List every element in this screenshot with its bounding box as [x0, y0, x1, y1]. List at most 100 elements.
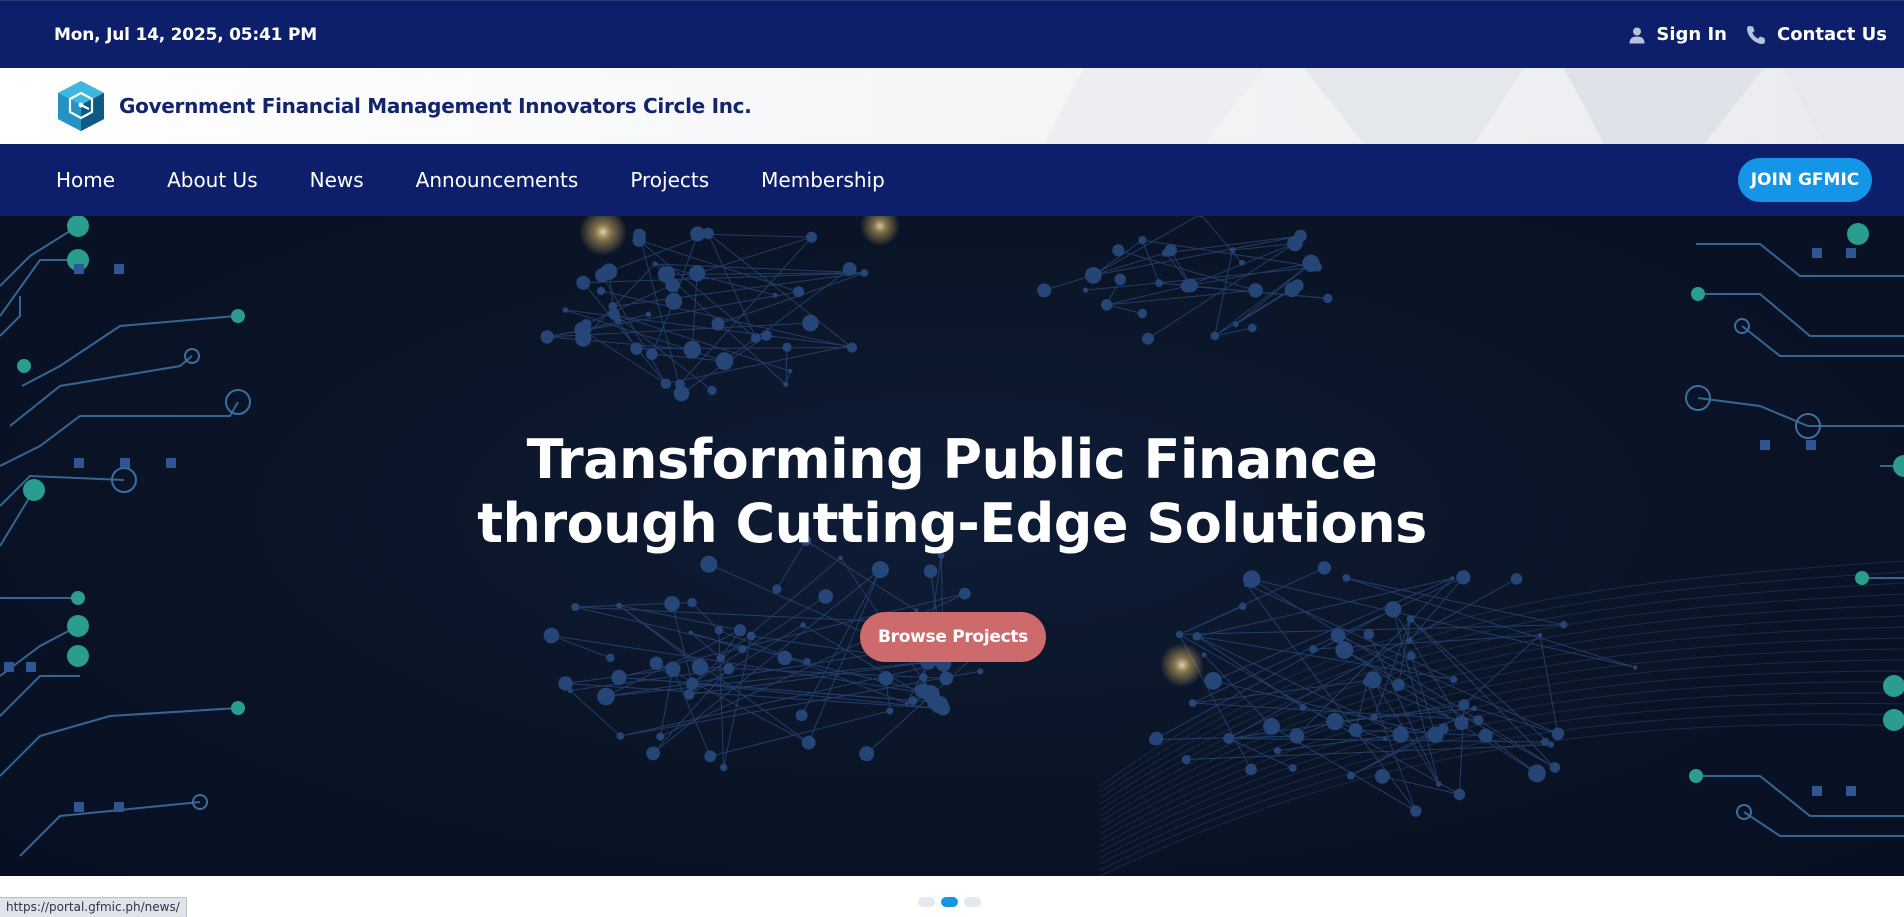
network-node	[772, 584, 782, 594]
network-link	[1192, 576, 1464, 704]
network-link	[691, 602, 720, 631]
network-node	[608, 308, 620, 320]
network-node	[687, 597, 697, 608]
nav-projects[interactable]: Projects	[630, 168, 709, 192]
main-navigation: Home About Us News Announcements Project…	[0, 144, 1904, 216]
network-node	[1456, 570, 1471, 585]
status-bar-url: https://portal.gfmic.ph/news/	[0, 897, 187, 917]
network-link	[613, 313, 791, 372]
network-node	[733, 624, 747, 637]
network-node	[1427, 726, 1444, 744]
network-node	[1138, 235, 1147, 245]
network-node	[818, 589, 833, 604]
network-node	[1335, 641, 1354, 659]
network-node	[707, 385, 717, 396]
network-node	[1149, 733, 1161, 746]
network-node	[691, 658, 709, 676]
hero-headline: Transforming Public Finance through Cutt…	[0, 428, 1904, 556]
network-node	[1410, 805, 1422, 817]
nav-about-us[interactable]: About Us	[167, 168, 258, 192]
network-node	[772, 292, 778, 298]
network-link	[1214, 262, 1312, 337]
network-node	[1229, 247, 1236, 254]
network-node	[1204, 672, 1222, 690]
network-node	[1302, 254, 1320, 273]
network-node	[714, 626, 723, 635]
gfmic-cube-logo-icon[interactable]	[54, 79, 108, 133]
network-node	[715, 352, 734, 371]
network-node	[871, 560, 889, 579]
network-node	[700, 555, 718, 573]
sign-in-link[interactable]: Sign In	[1628, 24, 1727, 45]
contact-us-link[interactable]: Contact Us	[1745, 24, 1887, 46]
network-node	[657, 265, 675, 283]
network-node	[1201, 652, 1207, 658]
network-node	[1549, 762, 1561, 773]
network-node	[649, 656, 664, 670]
network-node	[977, 668, 984, 675]
network-node	[1453, 788, 1466, 801]
background-wave-line	[1099, 702, 1904, 865]
network-node	[616, 732, 625, 740]
network-node	[1287, 235, 1303, 252]
carousel-dot-2[interactable]	[941, 897, 958, 907]
network-link	[691, 596, 826, 685]
network-node	[800, 622, 806, 628]
hero-headline-line-1: Transforming Public Finance	[526, 428, 1378, 491]
network-node	[683, 340, 702, 359]
network-node	[596, 286, 606, 296]
sign-in-label: Sign In	[1656, 24, 1727, 45]
network-node	[716, 653, 726, 663]
network-node	[1289, 728, 1305, 744]
nav-news[interactable]: News	[310, 168, 364, 192]
network-node	[1114, 273, 1126, 286]
organization-name[interactable]: Government Financial Management Innovato…	[119, 94, 752, 118]
network-node	[1342, 574, 1351, 582]
network-link	[1355, 681, 1368, 731]
network-node	[616, 602, 622, 609]
network-node	[782, 342, 792, 352]
network-node	[652, 261, 658, 267]
network-node	[656, 732, 665, 741]
network-node	[886, 707, 894, 715]
network-node	[1435, 781, 1442, 787]
network-node	[1384, 601, 1402, 618]
network-link	[718, 630, 725, 768]
nav-home[interactable]: Home	[56, 168, 115, 192]
network-node	[746, 631, 756, 641]
network-node	[558, 676, 573, 691]
carousel-dot-1[interactable]	[918, 897, 935, 907]
network-node	[1330, 628, 1346, 643]
join-gfmic-button[interactable]: JOIN GFMIC	[1738, 158, 1872, 202]
network-node	[859, 746, 875, 762]
network-link	[652, 569, 881, 754]
network-node	[919, 673, 928, 682]
user-icon	[1628, 26, 1646, 44]
browse-projects-button[interactable]: Browse Projects	[860, 612, 1046, 662]
background-wave-line	[1099, 659, 1904, 841]
network-node	[540, 330, 554, 344]
network-node	[860, 269, 869, 277]
network-node	[673, 385, 690, 402]
network-node	[1450, 675, 1458, 684]
network-node	[923, 564, 938, 578]
network-node	[1142, 332, 1154, 345]
network-node	[630, 342, 643, 355]
nav-announcements[interactable]: Announcements	[416, 168, 579, 192]
network-node	[761, 330, 772, 341]
network-node	[633, 228, 646, 242]
network-node	[1248, 283, 1263, 298]
network-node	[1326, 712, 1344, 731]
network-node	[1164, 244, 1177, 257]
network-link	[691, 557, 841, 684]
network-link	[1196, 577, 1453, 637]
contact-us-label: Contact Us	[1776, 24, 1887, 45]
nav-membership[interactable]: Membership	[761, 168, 885, 192]
network-node	[1478, 728, 1493, 743]
network-node	[1406, 615, 1415, 623]
network-node	[795, 709, 808, 722]
network-node	[878, 671, 894, 686]
network-node	[581, 318, 592, 330]
network-node	[930, 695, 949, 714]
carousel-dot-3[interactable]	[964, 897, 981, 907]
